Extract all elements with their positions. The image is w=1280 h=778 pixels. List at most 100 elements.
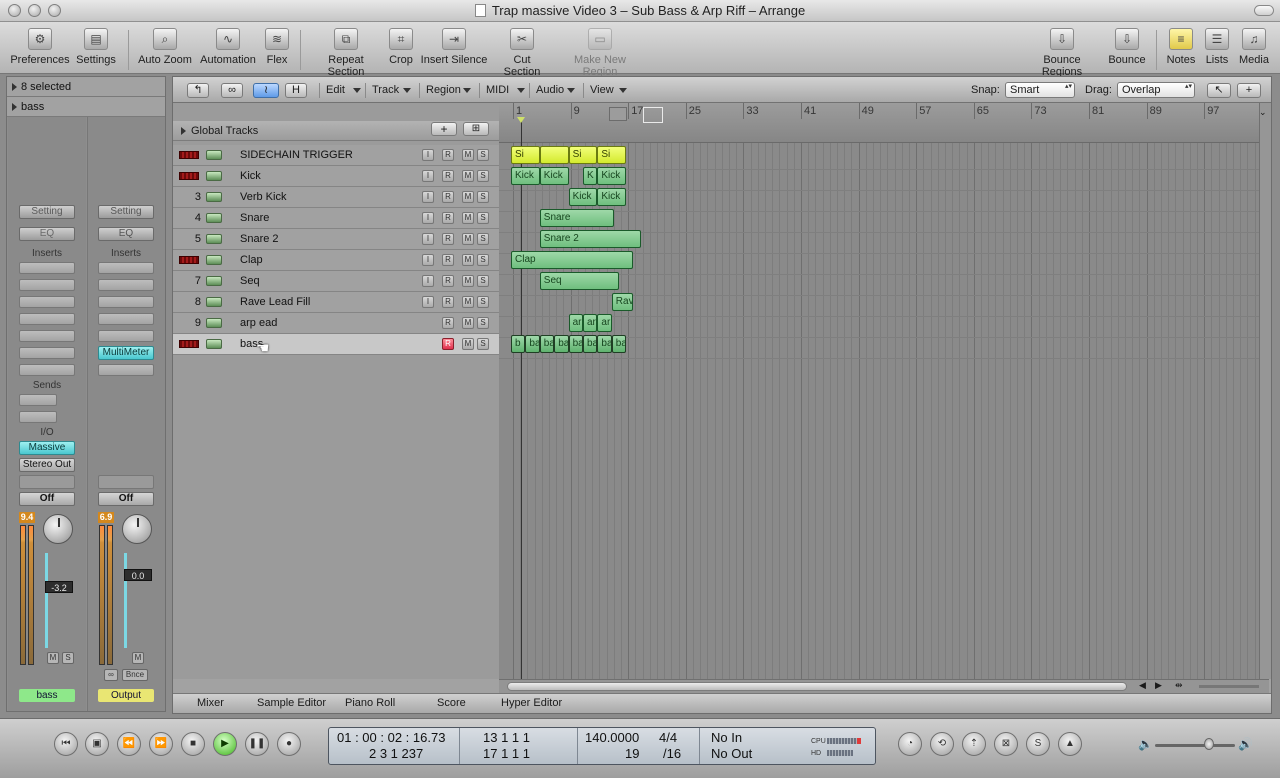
region-bass[interactable]: ba (568, 335, 583, 353)
track-solo-button[interactable]: S (477, 191, 489, 203)
bounce-regions-button[interactable]: ⇩ Bounce Regions (1024, 28, 1100, 78)
insert-slot[interactable] (19, 279, 75, 291)
go-to-position-button[interactable]: ▣ (85, 732, 109, 756)
replace-button[interactable]: ⊠ (994, 732, 1018, 756)
region-arp[interactable]: ar (597, 314, 612, 332)
settings-button[interactable]: ▤ Settings (74, 28, 118, 66)
region-sidechain[interactable] (539, 146, 569, 164)
play-button[interactable]: ▶ (213, 732, 237, 756)
track-name[interactable]: Snare 2 (240, 233, 279, 245)
eq-button[interactable]: EQ (98, 227, 154, 241)
scroll-left-icon[interactable]: ◀ (1139, 680, 1146, 691)
mixer-tab[interactable]: Mixer (197, 697, 224, 709)
horizontal-zoom-slider[interactable] (1199, 685, 1259, 688)
track-row[interactable]: 3 Verb Kick I R M S (173, 187, 499, 208)
volume-fader[interactable] (124, 553, 127, 648)
region-arp[interactable]: ar (583, 314, 598, 332)
arrange-timeline[interactable]: 1 9 17 25 33 41 49 57 65 73 81 89 97 Si Si Si Kick Kick K… (499, 103, 1259, 679)
region-clap[interactable]: Clap (511, 251, 634, 269)
audio-menu[interactable]: Audio (529, 83, 579, 98)
track-mute-button[interactable]: M (462, 338, 474, 350)
track-solo-button[interactable]: S (477, 170, 489, 182)
scroll-right-icon[interactable]: ▶ (1155, 680, 1162, 691)
pointer-tool-button[interactable]: ↖ (1207, 83, 1231, 98)
hyper-editor-tab[interactable]: Hyper Editor (501, 697, 562, 709)
region-seq[interactable]: Seq (539, 272, 619, 290)
track-row[interactable]: 9 arp ead R M S (173, 313, 499, 334)
instrument-slot[interactable]: Massive (19, 441, 75, 455)
record-enable-button[interactable]: R (442, 338, 454, 350)
region-bass[interactable]: ba (611, 335, 627, 353)
cpu-hd-meter[interactable]: CPU HD (811, 736, 863, 758)
insert-slot[interactable] (98, 262, 154, 274)
region-sidechain[interactable]: Si (597, 146, 627, 164)
time-signature[interactable]: 4/4 (659, 730, 677, 745)
autopunch-button[interactable]: ⇡ (962, 732, 986, 756)
insert-slot[interactable] (19, 364, 75, 376)
bounce-small-button[interactable]: Bnce (122, 669, 148, 681)
global-tracks-row[interactable]: Global Tracks + ⊞ (173, 121, 499, 141)
group-slot[interactable] (98, 475, 154, 489)
region-bass[interactable]: ba (597, 335, 612, 353)
view-menu[interactable]: View (583, 83, 631, 98)
track-mute-button[interactable]: M (462, 317, 474, 329)
new-track-button[interactable]: + (431, 122, 457, 136)
region-verb-kick[interactable]: Kick (597, 188, 627, 206)
track-solo-button[interactable]: S (477, 296, 489, 308)
track-mute-button[interactable]: M (462, 233, 474, 245)
bar-position[interactable]: 2 3 1 237 (369, 746, 423, 761)
input-monitor-button[interactable]: I (422, 149, 434, 161)
fast-forward-button[interactable]: ⏩ (149, 732, 173, 756)
rewind-button[interactable]: ⏪ (117, 732, 141, 756)
track-mute-button[interactable]: M (462, 191, 474, 203)
selection-disclosure[interactable]: 8 selected (7, 77, 165, 97)
track-row[interactable]: SIDECHAIN TRIGGER I R M S (173, 145, 499, 166)
track-name[interactable]: Seq (240, 275, 260, 287)
track-mute-button[interactable]: M (462, 149, 474, 161)
make-new-region-button[interactable]: ▭ Make New Region (556, 28, 644, 78)
track-solo-button[interactable]: S (477, 149, 489, 161)
group-slot[interactable] (19, 475, 75, 489)
solo-button[interactable]: S (62, 652, 74, 664)
right-locator[interactable]: 17 1 1 1 (483, 746, 530, 761)
region-kick[interactable]: Kick (539, 167, 569, 185)
track-mute-button[interactable]: M (462, 296, 474, 308)
link-button[interactable]: ∞ (104, 669, 118, 681)
cycle-button[interactable]: ⟲ (930, 732, 954, 756)
region-arp[interactable]: ar (568, 314, 583, 332)
toolbar-toggle-button[interactable] (1254, 5, 1274, 16)
track-name[interactable]: Rave Lead Fill (240, 296, 310, 308)
stop-button[interactable]: ■ (181, 732, 205, 756)
mute-indicator-icon[interactable] (179, 172, 199, 180)
send-slot[interactable] (19, 394, 57, 406)
multimeter-insert[interactable]: MultiMeter (98, 346, 154, 360)
tempo-display[interactable]: 140.0000 (585, 730, 639, 745)
zoom-toggle-icon[interactable]: ⇹ (1175, 680, 1183, 691)
link-button[interactable]: ∞ (221, 83, 243, 98)
pause-button[interactable]: ❚❚ (245, 732, 269, 756)
track-name[interactable]: Clap (240, 254, 263, 266)
insert-slot[interactable] (19, 330, 75, 342)
insert-slot[interactable] (19, 296, 75, 308)
piano-roll-tab[interactable]: Piano Roll (345, 697, 395, 709)
score-tab[interactable]: Score (437, 697, 466, 709)
input-monitor-button[interactable]: I (422, 296, 434, 308)
metronome-button[interactable]: ▲ (1058, 732, 1082, 756)
solo-mode-button[interactable]: S (1026, 732, 1050, 756)
mute-button[interactable]: M (132, 652, 144, 664)
bar-ruler[interactable]: 1 9 17 25 33 41 49 57 65 73 81 89 97 (499, 103, 1259, 143)
region-kick[interactable]: Kick (597, 167, 627, 185)
pan-knob[interactable] (43, 514, 73, 544)
insert-slot[interactable] (98, 313, 154, 325)
track-row[interactable]: 5 Snare 2 IRMS (173, 229, 499, 250)
notes-button[interactable]: ≡ Notes (1164, 28, 1198, 66)
track-name[interactable]: SIDECHAIN TRIGGER (240, 149, 353, 161)
setting-button[interactable]: Setting (98, 205, 154, 219)
master-volume-knob[interactable] (1204, 738, 1214, 750)
output-slot[interactable]: Stereo Out (19, 458, 75, 472)
insert-slot[interactable] (19, 313, 75, 325)
sample-editor-tab[interactable]: Sample Editor (257, 697, 326, 709)
track-solo-button[interactable]: S (477, 233, 489, 245)
zoom-in-icon[interactable]: ⌄ (1259, 107, 1267, 118)
insert-slot[interactable] (19, 347, 75, 359)
